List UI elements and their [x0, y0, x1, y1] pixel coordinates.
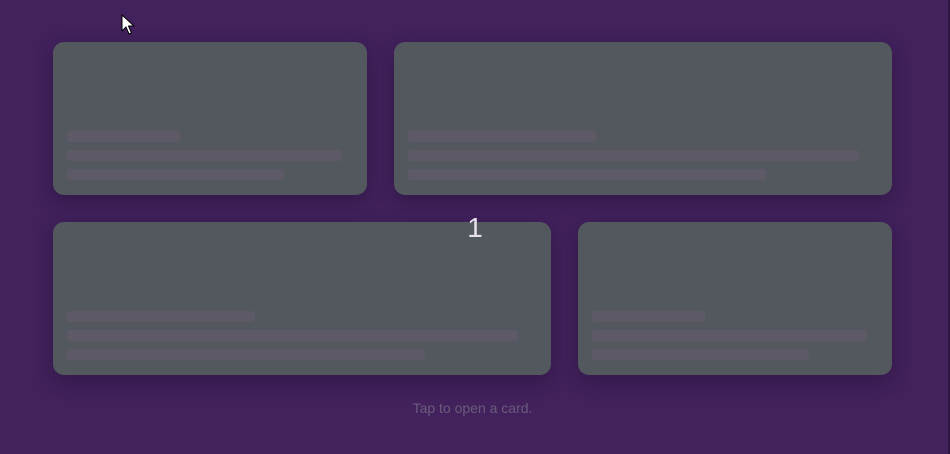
skeleton-text-line — [592, 349, 809, 360]
skeleton-title-line — [67, 311, 255, 322]
skeleton-title-line — [592, 311, 705, 322]
skeleton-text-line — [592, 330, 867, 341]
skeleton-title-line — [67, 131, 180, 142]
card-counter: 1 — [467, 212, 483, 243]
card-bottom-right[interactable] — [578, 222, 892, 375]
skeleton-text-line — [67, 330, 518, 341]
skeleton-text-line — [67, 150, 342, 161]
skeleton-text-line — [408, 150, 859, 161]
skeleton-text-line — [67, 349, 425, 360]
card-top-left[interactable] — [53, 42, 367, 195]
skeleton-title-line — [408, 131, 596, 142]
footer-hint: Tap to open a card. — [412, 400, 533, 416]
skeleton-text-line — [408, 169, 766, 180]
mouse-pointer-icon — [121, 14, 135, 35]
card-top-right[interactable] — [394, 42, 892, 195]
skeleton-text-line — [67, 169, 284, 180]
